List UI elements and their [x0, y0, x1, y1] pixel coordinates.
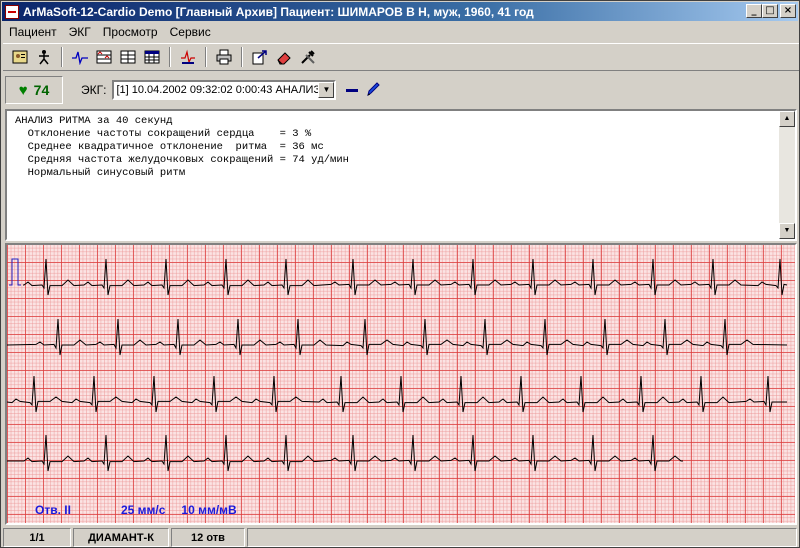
main-window: ArMaSoft-12-Cardio Demo [Главный Архив] … — [0, 0, 800, 548]
patient-card-icon[interactable] — [9, 46, 31, 68]
window-controls: _ □ × — [746, 4, 796, 18]
eraser-icon[interactable] — [273, 46, 295, 68]
ecg-trace-panel[interactable]: Отв. II 25 мм/с 10 мм/мВ — [5, 243, 797, 525]
heart-rate-display: ♥ 74 — [5, 76, 63, 104]
toolbar-separator — [61, 47, 63, 67]
status-page: 1/1 — [3, 528, 71, 547]
ecg-label: ЭКГ: — [81, 83, 107, 97]
close-button[interactable]: × — [780, 4, 796, 18]
ecg-traces — [7, 258, 788, 472]
scroll-up-icon[interactable]: ▲ — [779, 111, 795, 127]
ecg-trace-row — [7, 434, 683, 472]
menu-service[interactable]: Сервис — [164, 25, 217, 39]
ecg-record-value: [1] 10.04.2002 09:32:02 0:00:43 АНАЛИЗ Р — [116, 84, 321, 96]
toolbar — [3, 43, 799, 71]
menu-patient[interactable]: Пациент — [3, 25, 63, 39]
status-leads: 12 отв — [171, 528, 245, 547]
toolbar-separator — [241, 47, 243, 67]
ecg-trace-row — [7, 318, 788, 356]
maximize-button[interactable]: □ — [762, 4, 778, 18]
status-bar: 1/1 ДИАМАНТ-К 12 отв — [3, 528, 799, 547]
menu-ecg[interactable]: ЭКГ — [63, 25, 97, 39]
analysis-report[interactable]: АНАЛИЗ РИТМА за 40 секунд Отклонение час… — [5, 109, 797, 241]
ecg-trace-row — [23, 258, 788, 296]
dropdown-arrow-icon[interactable]: ▼ — [318, 82, 335, 98]
menu-view[interactable]: Просмотр — [97, 25, 164, 39]
toolbar-separator — [205, 47, 207, 67]
report-line: Отклонение частоты сокращений сердца = 3… — [15, 128, 312, 140]
window-title: ArMaSoft-12-Cardio Demo [Главный Архив] … — [23, 4, 534, 19]
export-icon[interactable] — [249, 46, 271, 68]
minus-icon[interactable] — [346, 88, 359, 92]
title-bar[interactable]: ArMaSoft-12-Cardio Demo [Главный Архив] … — [2, 2, 798, 21]
table-view-icon[interactable] — [141, 46, 163, 68]
minimize-button[interactable]: _ — [746, 4, 762, 18]
menu-bar: Пациент ЭКГ Просмотр Сервис — [3, 22, 217, 41]
report-line: Нормальный синусовый ритм — [15, 167, 186, 179]
speed-label: 25 мм/с — [120, 503, 166, 517]
exercise-icon[interactable] — [33, 46, 55, 68]
pen-icon[interactable] — [366, 81, 381, 100]
gain-label: 10 мм/мВ — [181, 503, 237, 517]
report-line: АНАЛИЗ РИТМА за 40 секунд — [15, 115, 173, 127]
report-line: Среднее квадратичное отклонение ритма = … — [15, 141, 324, 153]
ecg-trace-row — [7, 375, 787, 413]
print-icon[interactable] — [213, 46, 235, 68]
ecg-settings-label: Отв. II 25 мм/с 10 мм/мВ — [35, 503, 237, 517]
grid-view-2-icon[interactable] — [117, 46, 139, 68]
report-text: АНАЛИЗ РИТМА за 40 секунд Отклонение час… — [7, 111, 795, 180]
calibration-pulse — [9, 258, 21, 286]
grid-view-1-icon[interactable] — [93, 46, 115, 68]
toolbar-separator — [169, 47, 171, 67]
report-line: Средняя частота желудочковых сокращений … — [15, 154, 349, 166]
ecg-wave-icon[interactable] — [69, 46, 91, 68]
ecg-selector-bar: ♥ 74 ЭКГ: [1] 10.04.2002 09:32:02 0:00:4… — [3, 73, 799, 107]
heart-icon: ♥ — [18, 81, 28, 99]
ecg-record-select[interactable]: [1] 10.04.2002 09:32:02 0:00:43 АНАЛИЗ Р… — [112, 80, 337, 100]
lead-label: Отв. II — [35, 503, 71, 517]
heart-rate-value: 74 — [33, 82, 50, 98]
status-empty — [247, 528, 797, 547]
report-scrollbar[interactable]: ▲ ▼ — [779, 111, 795, 239]
status-device: ДИАМАНТ-К — [73, 528, 169, 547]
tools-icon[interactable] — [297, 46, 319, 68]
analysis-icon[interactable] — [177, 46, 199, 68]
app-icon — [5, 4, 19, 19]
scroll-down-icon[interactable]: ▼ — [779, 223, 795, 239]
